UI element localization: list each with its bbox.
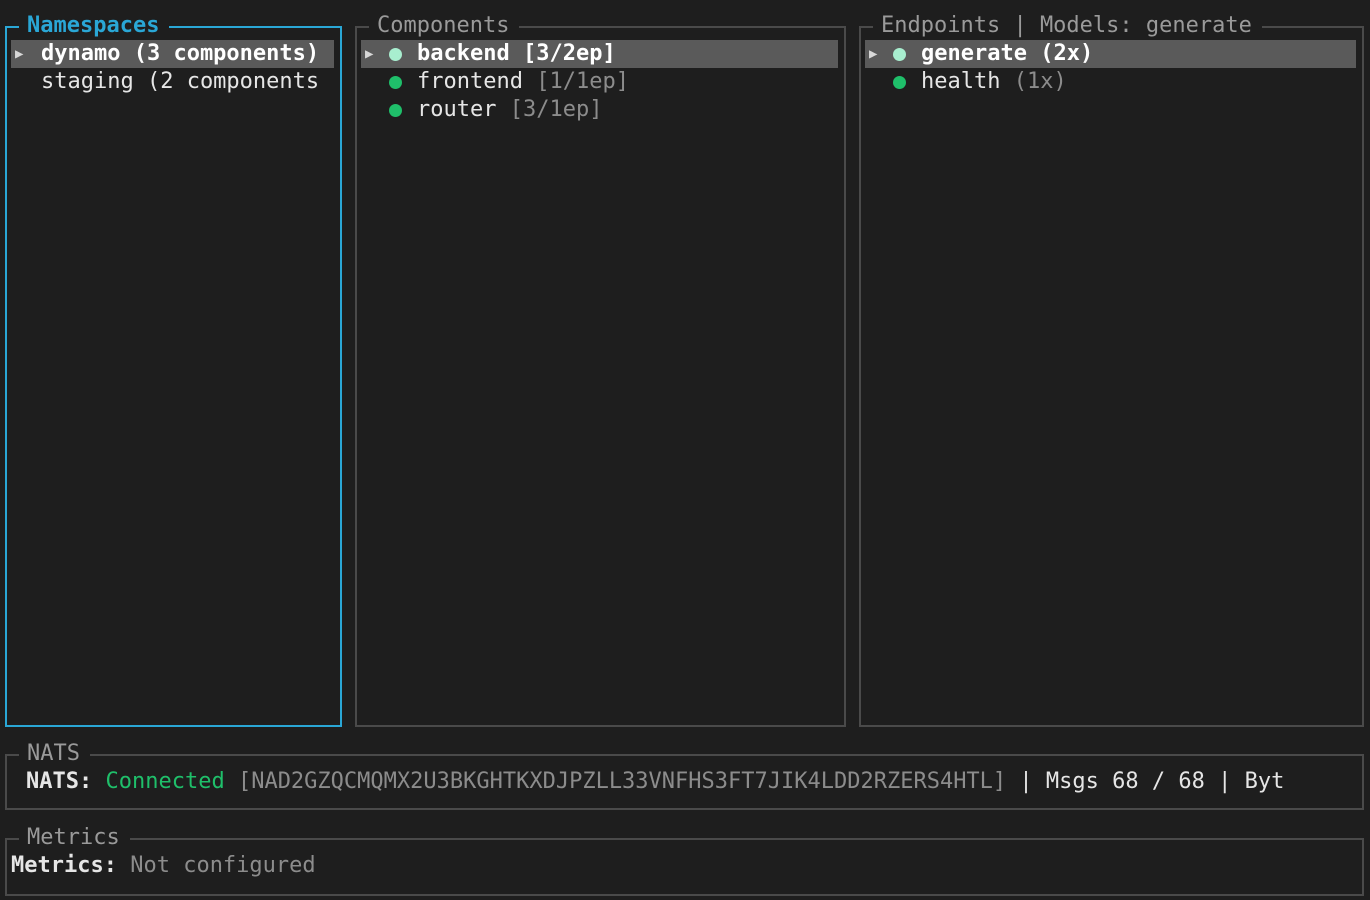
- namespace-item-staging[interactable]: staging (2 components: [11, 68, 334, 96]
- component-name: backend: [417, 41, 510, 66]
- endpoint-item-health[interactable]: health (1x): [865, 68, 1356, 96]
- namespaces-title: Namespaces: [19, 12, 170, 40]
- component-meta: [1/1ep]: [536, 69, 629, 94]
- selection-caret-icon: ▶: [15, 46, 24, 62]
- component-row-text: backend [3/2ep]: [417, 40, 616, 68]
- status-dot-icon: [389, 76, 402, 89]
- endpoint-meta: (1x): [1013, 69, 1067, 94]
- namespaces-panel[interactable]: Namespaces ▶ dynamo (3 components) stagi…: [5, 12, 342, 727]
- status-dot-icon: [893, 76, 906, 89]
- component-item-backend[interactable]: ▶ backend [3/2ep]: [361, 40, 838, 68]
- metrics-status: Not configured: [130, 853, 316, 878]
- component-name: router: [417, 97, 497, 122]
- metrics-label: Metrics:: [11, 853, 117, 878]
- endpoint-item-generate[interactable]: ▶ generate (2x): [865, 40, 1356, 68]
- namespace-label: staging (2 components: [41, 69, 320, 94]
- endpoints-panel[interactable]: Endpoints | Models: generate ▶ generate …: [859, 12, 1364, 727]
- nats-stats: | Msgs 68 / 68 | Byt: [1006, 769, 1285, 794]
- components-title: Components: [369, 12, 520, 40]
- nats-label: NATS:: [26, 769, 93, 794]
- endpoint-meta: (2x): [1040, 41, 1094, 66]
- selection-caret-icon: ▶: [869, 46, 878, 62]
- nats-connection-status: Connected: [105, 769, 225, 794]
- endpoint-name: health: [921, 69, 1001, 94]
- status-dot-icon: [893, 48, 906, 61]
- metrics-status-line: Metrics: Not configured: [11, 852, 1358, 880]
- status-dot-icon: [389, 104, 402, 117]
- component-name: frontend: [417, 69, 523, 94]
- nats-status-line: NATS: Connected [NAD2GZQCMQMX2U3BKGHTKXD…: [26, 768, 1358, 796]
- nats-panel: NATS NATS: Connected [NAD2GZQCMQMX2U3BKG…: [5, 740, 1364, 810]
- component-row-text: frontend [1/1ep]: [417, 68, 629, 96]
- components-panel[interactable]: Components ▶ backend [3/2ep] frontend [1…: [355, 12, 846, 727]
- component-meta: [3/1ep]: [509, 97, 603, 122]
- selection-caret-icon: ▶: [365, 46, 374, 62]
- status-dot-icon: [389, 48, 402, 61]
- component-row-text: router [3/1ep]: [417, 96, 602, 124]
- endpoint-row-text: generate (2x): [921, 40, 1093, 68]
- nats-server-id: [NAD2GZQCMQMX2U3BKGHTKXDJPZLL33VNFHS3FT7…: [237, 769, 1007, 794]
- metrics-title: Metrics: [19, 824, 130, 852]
- component-item-router[interactable]: router [3/1ep]: [361, 96, 838, 124]
- endpoint-row-text: health (1x): [921, 68, 1067, 96]
- endpoint-name: generate: [921, 41, 1027, 66]
- endpoints-title: Endpoints | Models: generate: [873, 12, 1262, 40]
- namespace-label: dynamo (3 components): [41, 41, 320, 66]
- metrics-panel: Metrics Metrics: Not configured: [5, 824, 1364, 896]
- namespace-item-dynamo[interactable]: ▶ dynamo (3 components): [11, 40, 334, 68]
- component-meta: [3/2ep]: [522, 41, 616, 66]
- component-item-frontend[interactable]: frontend [1/1ep]: [361, 68, 838, 96]
- nats-title: NATS: [19, 740, 90, 768]
